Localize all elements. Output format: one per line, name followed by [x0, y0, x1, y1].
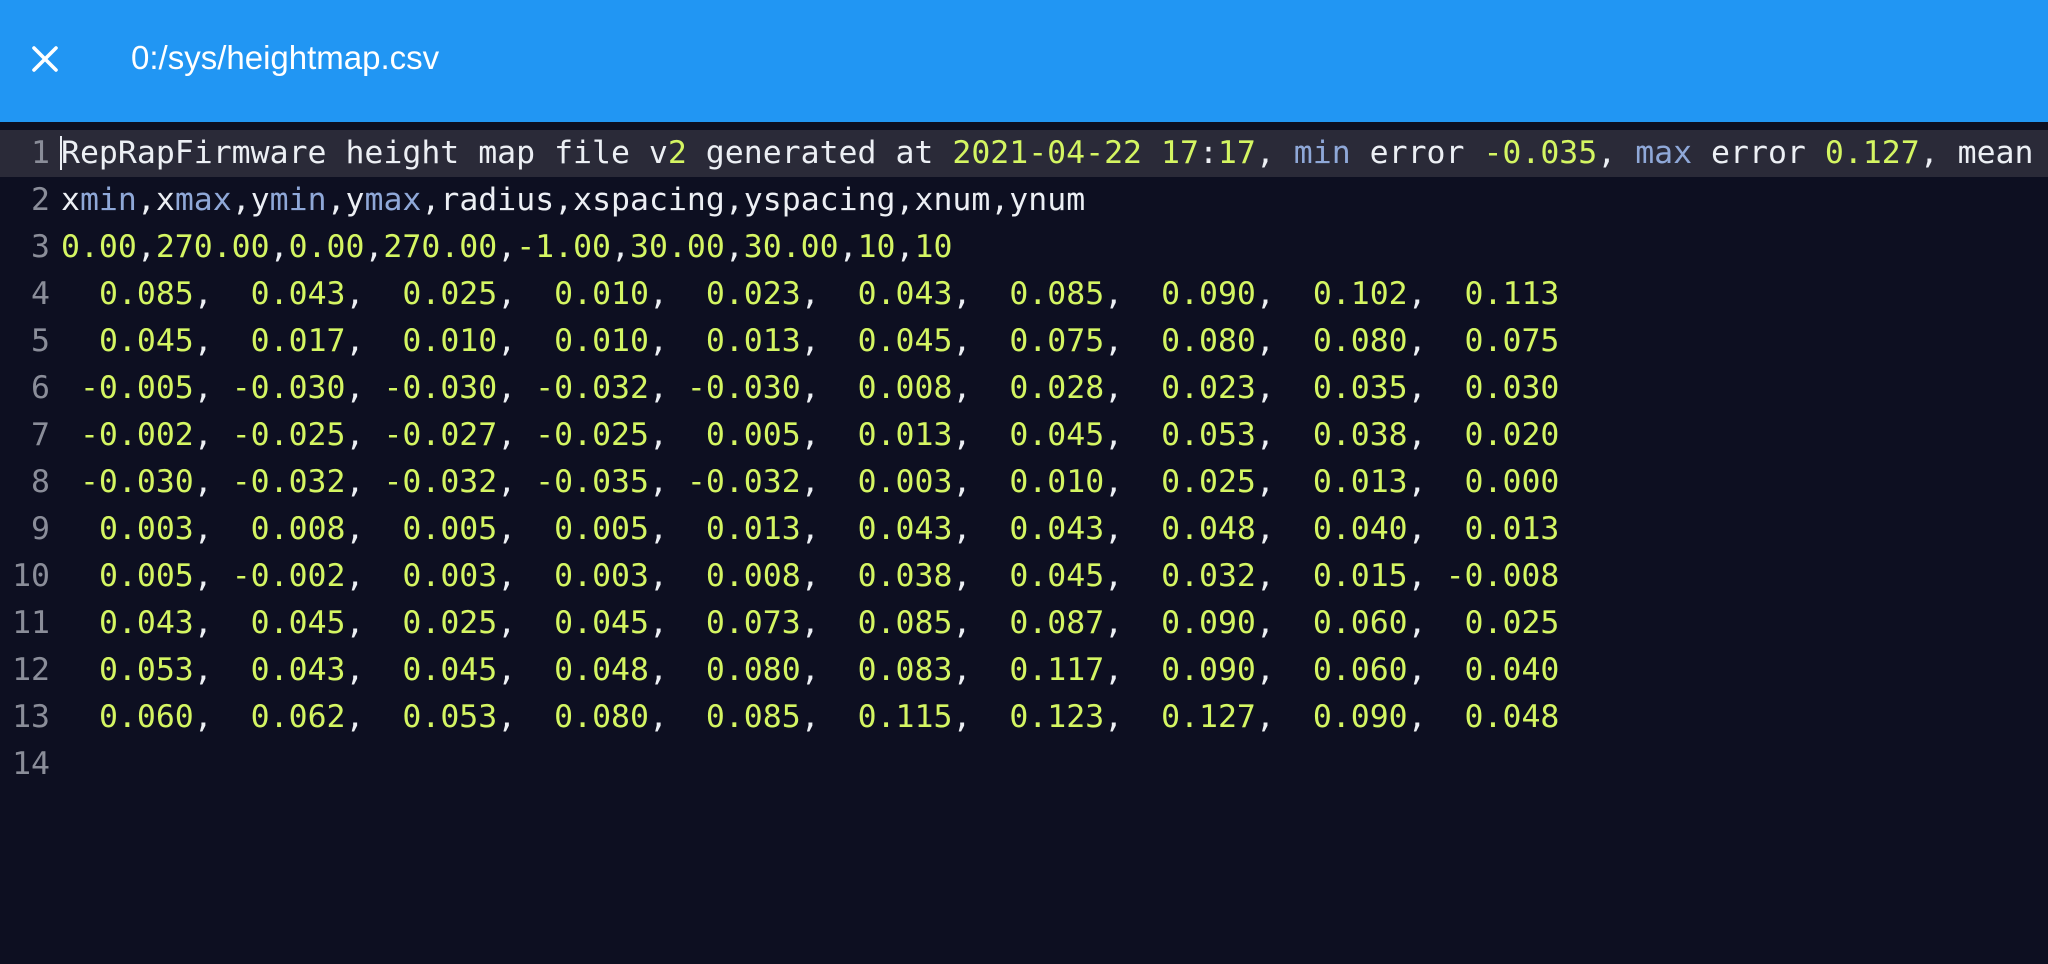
- line-content[interactable]: -0.002, -0.025, -0.027, -0.025, 0.005, 0…: [61, 412, 1559, 459]
- editor-line[interactable]: 1 RepRapFirmware height map file v2 gener…: [0, 130, 2048, 177]
- line-number: 11: [12, 605, 50, 641]
- line-number: 2: [31, 182, 50, 218]
- editor-line[interactable]: 13 0.060, 0.062, 0.053, 0.080, 0.085, 0.…: [0, 694, 2048, 741]
- line-number: 5: [31, 323, 50, 359]
- editor-line[interactable]: 9 0.003, 0.008, 0.005, 0.005, 0.013, 0.0…: [0, 506, 2048, 553]
- editor-line[interactable]: 12 0.053, 0.043, 0.045, 0.048, 0.080, 0.…: [0, 647, 2048, 694]
- line-number: 3: [31, 229, 50, 265]
- line-content[interactable]: 0.060, 0.062, 0.053, 0.080, 0.085, 0.115…: [61, 694, 1559, 741]
- line-number: 1: [31, 135, 50, 171]
- line-content[interactable]: xmin,xmax,ymin,ymax,radius,xspacing,yspa…: [61, 177, 1085, 224]
- editor-line[interactable]: 2 xmin,xmax,ymin,ymax,radius,xspacing,ysp…: [0, 177, 2048, 224]
- close-button[interactable]: [16, 28, 74, 90]
- editor-line[interactable]: 14: [0, 741, 2048, 788]
- line-content[interactable]: RepRapFirmware height map file v2 genera…: [61, 130, 2033, 177]
- line-number: 8: [31, 464, 50, 500]
- editor-line[interactable]: 4 0.085, 0.043, 0.025, 0.010, 0.023, 0.0…: [0, 271, 2048, 318]
- editor-line[interactable]: 11 0.043, 0.045, 0.025, 0.045, 0.073, 0.…: [0, 600, 2048, 647]
- line-content[interactable]: 0.045, 0.017, 0.010, 0.010, 0.013, 0.045…: [61, 318, 1559, 365]
- editor-line[interactable]: 3 0.00,270.00,0.00,270.00,-1.00,30.00,30.…: [0, 224, 2048, 271]
- editor-line[interactable]: 10 0.005, -0.002, 0.003, 0.003, 0.008, 0…: [0, 553, 2048, 600]
- line-number: 14: [12, 746, 50, 782]
- file-title: 0:/sys/heightmap.csv: [131, 39, 440, 76]
- line-content[interactable]: 0.085, 0.043, 0.025, 0.010, 0.023, 0.043…: [61, 271, 1559, 318]
- line-number: 7: [31, 417, 50, 453]
- line-content[interactable]: 0.003, 0.008, 0.005, 0.005, 0.013, 0.043…: [61, 506, 1559, 553]
- editor-line[interactable]: 7 -0.002, -0.025, -0.027, -0.025, 0.005,…: [0, 412, 2048, 459]
- code-editor[interactable]: 1 RepRapFirmware height map file v2 gener…: [0, 122, 2048, 964]
- line-content[interactable]: 0.043, 0.045, 0.025, 0.045, 0.073, 0.085…: [61, 600, 1559, 647]
- line-number: 9: [31, 511, 50, 547]
- line-content[interactable]: 0.005, -0.002, 0.003, 0.003, 0.008, 0.03…: [61, 553, 1559, 600]
- line-number: 4: [31, 276, 50, 312]
- editor-line[interactable]: 8 -0.030, -0.032, -0.032, -0.035, -0.032…: [0, 459, 2048, 506]
- editor-line[interactable]: 5 0.045, 0.017, 0.010, 0.010, 0.013, 0.0…: [0, 318, 2048, 365]
- line-content[interactable]: -0.005, -0.030, -0.030, -0.032, -0.030, …: [61, 365, 1559, 412]
- line-number: 6: [31, 370, 50, 406]
- line-content[interactable]: 0.00,270.00,0.00,270.00,-1.00,30.00,30.0…: [61, 224, 952, 271]
- editor-line[interactable]: 6 -0.005, -0.030, -0.030, -0.032, -0.030…: [0, 365, 2048, 412]
- line-content[interactable]: -0.030, -0.032, -0.032, -0.035, -0.032, …: [61, 459, 1559, 506]
- line-number: 10: [12, 558, 50, 594]
- close-icon: [32, 46, 58, 72]
- text-cursor: [60, 136, 62, 170]
- line-number: 13: [12, 699, 50, 735]
- line-content[interactable]: 0.053, 0.043, 0.045, 0.048, 0.080, 0.083…: [61, 647, 1559, 694]
- dialog-header: 0:/sys/heightmap.csv: [0, 0, 2048, 122]
- line-number: 12: [12, 652, 50, 688]
